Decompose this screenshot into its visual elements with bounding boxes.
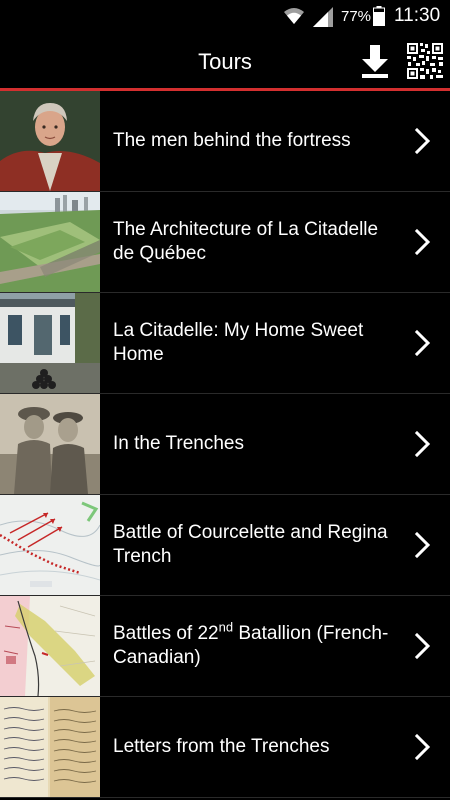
- tour-label: Battle of Courcelette and Regina Trench: [113, 522, 388, 567]
- status-bar: 77% 11:30: [0, 0, 450, 34]
- tour-list: The men behind the fortress The Architec…: [0, 91, 450, 798]
- tour-item-architecture-citadelle[interactable]: The Architecture of La Citadelle de Québ…: [0, 192, 450, 293]
- chevron-right-icon: [414, 632, 431, 660]
- chevron-right-icon: [414, 329, 431, 357]
- chevron-right-icon: [414, 531, 431, 559]
- tour-item-men-behind-fortress[interactable]: The men behind the fortress: [0, 91, 450, 192]
- tour-item-in-the-trenches[interactable]: In the Trenches: [0, 394, 450, 495]
- tour-thumbnail-regiment-map: [0, 596, 100, 696]
- chevron-right-icon: [414, 733, 431, 761]
- tour-label: Letters from the Trenches: [113, 736, 330, 757]
- tour-item-battle-courcelette[interactable]: Battle of Courcelette and Regina Trench: [0, 495, 450, 596]
- tour-thumbnail-letters: [0, 697, 100, 797]
- battery-icon: [373, 6, 385, 26]
- tour-thumbnail-soldiers-photo: [0, 394, 100, 494]
- tour-item-letters-trenches[interactable]: Letters from the Trenches: [0, 697, 450, 798]
- download-icon[interactable]: [360, 43, 390, 79]
- tour-label: Battles of 22nd Batallion (French-Canadi…: [113, 596, 398, 696]
- tour-label: La Citadelle: My Home Sweet Home: [113, 320, 364, 365]
- qr-code-icon[interactable]: [406, 42, 444, 80]
- tour-label-ordinal: nd: [218, 619, 234, 635]
- tour-label: The Architecture of La Citadelle de Québ…: [113, 219, 379, 264]
- chevron-right-icon: [414, 430, 431, 458]
- tour-label: In the Trenches: [113, 433, 244, 454]
- cell-signal-icon: [313, 7, 333, 27]
- tour-thumbnail-portrait: [0, 91, 100, 191]
- chevron-right-icon: [414, 228, 431, 256]
- tour-label: The men behind the fortress: [113, 130, 351, 151]
- tour-item-home-sweet-home[interactable]: La Citadelle: My Home Sweet Home: [0, 293, 450, 394]
- tour-thumbnail-aerial-view: [0, 192, 100, 292]
- tour-thumbnail-residence: [0, 293, 100, 393]
- tour-label-prefix: Battles of 22: [113, 623, 219, 644]
- chevron-right-icon: [414, 127, 431, 155]
- tour-item-22nd-batallion[interactable]: Battles of 22nd Batallion (French-Canadi…: [0, 596, 450, 697]
- clock: 11:30: [394, 5, 441, 26]
- wifi-icon: [284, 8, 304, 24]
- app-bar: Tours: [0, 34, 450, 88]
- tour-thumbnail-battle-map: [0, 495, 100, 595]
- battery-percent: 77%: [341, 8, 372, 25]
